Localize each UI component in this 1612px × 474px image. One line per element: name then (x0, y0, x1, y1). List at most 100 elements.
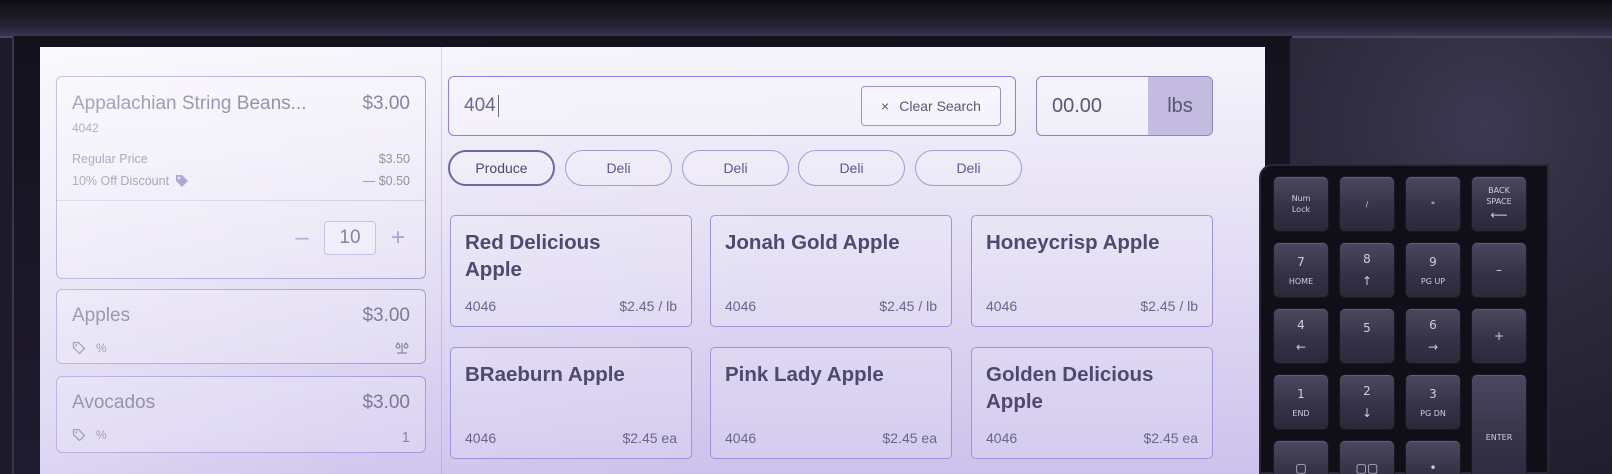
key-label: 3 (1429, 386, 1437, 401)
tag-outline-icon (72, 341, 86, 355)
close-icon: × (881, 98, 890, 114)
decrease-qty-button[interactable]: – (290, 226, 314, 250)
key-label: + (1493, 329, 1505, 343)
key-minus[interactable]: – (1471, 242, 1527, 298)
percent-icon: % (96, 428, 107, 442)
key-8[interactable]: 8 ↑ (1339, 242, 1395, 298)
key-sublabel: HOME (1288, 276, 1314, 286)
cart-item-name: Avocados (72, 392, 156, 413)
key-5[interactable]: 5 (1339, 308, 1395, 364)
cart-item-name: Appalachian String Beans... (72, 93, 307, 114)
key-label: 6 (1429, 318, 1437, 332)
scale-icon (395, 341, 409, 354)
arrow-down-icon: ↓ (1361, 406, 1373, 420)
key-enter[interactable]: ENTER (1471, 374, 1527, 474)
product-name: Golden Delicious Apple (986, 363, 1154, 413)
product-sku: 4046 (465, 430, 497, 446)
hardware-keypad: Num Lock / * BACK SPACE ⟵ 7 HOME 8 ↑ 9 PG UP –… (1259, 164, 1549, 474)
key-label: * (1431, 199, 1435, 209)
key-num-lock[interactable]: Num Lock (1273, 176, 1329, 232)
arrow-right-icon: → (1427, 340, 1439, 354)
key-label: BACK (1488, 186, 1510, 195)
key-label: 9 (1429, 254, 1437, 269)
key-7[interactable]: 7 HOME (1273, 242, 1329, 298)
product-price: $2.45 ea (1143, 430, 1199, 446)
cart-item-price: $3.00 (362, 93, 410, 114)
product-price: $2.45 / lb (619, 298, 677, 314)
key-plus[interactable]: + (1471, 308, 1527, 364)
key-label: 8 (1363, 252, 1371, 266)
key-00[interactable]: ▢▢ (1339, 440, 1395, 474)
clear-search-button[interactable]: × Clear Search (861, 86, 1001, 126)
increase-qty-button[interactable]: + (386, 226, 410, 250)
key-4[interactable]: 4 ← (1273, 308, 1329, 364)
product-card[interactable]: Jonah Gold Apple 4046 $2.45 / lb (710, 215, 952, 327)
product-price: $2.45 ea (622, 430, 678, 446)
cart-item-price: $3.00 (362, 305, 410, 326)
product-name: Red Delicious Apple (465, 231, 601, 281)
key-1[interactable]: 1 END (1273, 374, 1329, 430)
tag-outline-icon (72, 428, 86, 442)
cart-item-qty: 1 (401, 429, 410, 446)
product-price: $2.45 / lb (879, 298, 937, 314)
arrow-left-icon: ← (1295, 340, 1307, 354)
category-chip-deli[interactable]: Deli (915, 150, 1022, 186)
key-label: 2 (1363, 384, 1371, 398)
divider (57, 200, 425, 201)
clear-search-label: Clear Search (899, 98, 981, 114)
product-price: $2.45 ea (882, 430, 938, 446)
product-card[interactable]: Pink Lady Apple 4046 $2.45 ea (710, 347, 952, 459)
search-bar: 404 × Clear Search (448, 76, 1016, 136)
key-label: ▢ (1295, 461, 1307, 474)
key-star[interactable]: * (1405, 176, 1461, 232)
product-card[interactable]: Red Delicious Apple 4046 $2.45 / lb (450, 215, 692, 327)
key-backspace[interactable]: BACK SPACE ⟵ (1471, 176, 1527, 232)
product-card[interactable]: BRaeburn Apple 4046 $2.45 ea (450, 347, 692, 459)
weight-unit: lbs (1148, 77, 1212, 135)
product-price: $2.45 / lb (1140, 298, 1198, 314)
key-0[interactable]: ▢ (1273, 440, 1329, 474)
percent-icon: % (96, 341, 107, 355)
key-6[interactable]: 6 → (1405, 308, 1461, 364)
key-3[interactable]: 3 PG DN (1405, 374, 1461, 430)
key-label: / (1365, 199, 1369, 209)
key-label: Num (1291, 194, 1311, 203)
cart-item-name: Apples (72, 305, 131, 326)
search-input[interactable]: 404 (464, 95, 499, 117)
product-sku: 4046 (986, 298, 1018, 314)
quantity-stepper: – 10 + (72, 221, 410, 255)
key-sublabel: PG UP (1420, 276, 1446, 286)
category-chip-deli[interactable]: Deli (798, 150, 905, 186)
regular-price-label: Regular Price (72, 152, 148, 166)
category-chip-produce[interactable]: Produce (448, 150, 555, 186)
product-card[interactable]: Honeycrisp Apple 4046 $2.45 / lb (971, 215, 1213, 327)
key-sublabel: END (1292, 408, 1310, 418)
key-dot[interactable]: • (1405, 440, 1461, 474)
cart-item-expanded[interactable]: Appalachian String Beans... $3.00 4042 R… (56, 76, 426, 279)
key-label: 5 (1363, 320, 1371, 335)
cart-item[interactable]: Avocados $3.00 % 1 (56, 376, 426, 453)
product-sku: 4046 (986, 430, 1018, 446)
key-slash[interactable]: / (1339, 176, 1395, 232)
cart-item-sku: 4042 (72, 121, 99, 135)
key-2[interactable]: 2 ↓ (1339, 374, 1395, 430)
product-card[interactable]: Golden Delicious Apple 4046 $2.45 ea (971, 347, 1213, 459)
discount-value: — $0.50 (362, 174, 410, 188)
tag-icon (176, 175, 189, 187)
qty-value[interactable]: 10 (324, 221, 376, 255)
regular-price-value: $3.50 (378, 152, 410, 166)
cart-panel: Appalachian String Beans... $3.00 4042 R… (40, 47, 442, 474)
key-label: – (1496, 263, 1502, 277)
product-sku: 4046 (725, 430, 757, 446)
category-chip-deli[interactable]: Deli (682, 150, 789, 186)
key-label: Lock (1291, 205, 1311, 214)
weight-display: 00.00 lbs (1036, 76, 1213, 136)
key-label: 7 (1297, 254, 1305, 269)
key-label: 1 (1297, 386, 1305, 401)
key-label: 4 (1297, 318, 1305, 332)
weight-value[interactable]: 00.00 (1037, 77, 1148, 135)
key-label: ENTER (1485, 433, 1513, 442)
cart-item[interactable]: Apples $3.00 % (56, 289, 426, 364)
key-9[interactable]: 9 PG UP (1405, 242, 1461, 298)
category-chip-deli[interactable]: Deli (565, 150, 672, 186)
